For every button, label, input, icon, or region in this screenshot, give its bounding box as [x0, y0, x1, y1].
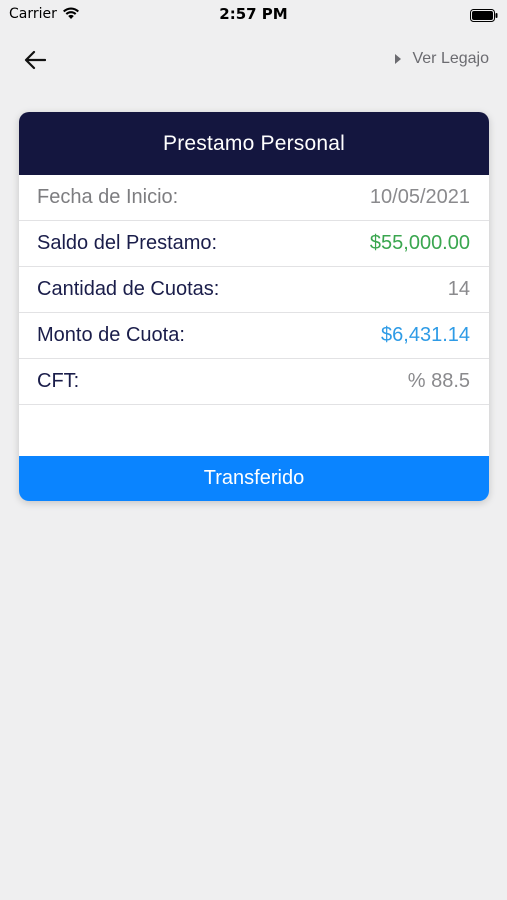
ver-legajo-link[interactable]: Ver Legajo [395, 50, 489, 68]
row-saldo: Saldo del Prestamo: $55,000.00 [19, 221, 489, 267]
back-button[interactable] [18, 46, 52, 74]
row-cantidad-cuotas: Cantidad de Cuotas: 14 [19, 267, 489, 313]
saldo-label: Saldo del Prestamo: [37, 232, 218, 254]
nav-bar: Ver Legajo [0, 40, 507, 80]
status-bar: Carrier 2:57 PM [0, 0, 507, 28]
fecha-inicio-label: Fecha de Inicio: [37, 186, 179, 208]
cantidad-cuotas-label: Cantidad de Cuotas: [37, 278, 220, 300]
cantidad-cuotas-value: 14 [447, 278, 470, 300]
saldo-value: $55,000.00 [369, 232, 470, 254]
fecha-inicio-value: 10/05/2021 [369, 186, 470, 208]
row-cft: CFT: % 88.5 [19, 359, 489, 405]
transferido-button[interactable]: Transferido [19, 456, 489, 501]
row-monto-cuota: Monto de Cuota: $6,431.14 [19, 313, 489, 359]
caret-right-icon [395, 54, 402, 64]
status-time: 2:57 PM [219, 5, 288, 23]
cft-label: CFT: [37, 370, 80, 392]
monto-cuota-value: $6,431.14 [381, 324, 470, 346]
battery-icon [470, 7, 498, 22]
monto-cuota-label: Monto de Cuota: [37, 324, 185, 346]
loan-card: Prestamo Personal Fecha de Inicio: 10/05… [19, 112, 489, 501]
row-fecha-inicio: Fecha de Inicio: 10/05/2021 [19, 175, 489, 221]
loan-title: Prestamo Personal [19, 112, 489, 175]
cft-value: % 88.5 [407, 370, 470, 392]
arrow-left-icon [24, 50, 46, 70]
ver-legajo-label: Ver Legajo [412, 50, 489, 67]
